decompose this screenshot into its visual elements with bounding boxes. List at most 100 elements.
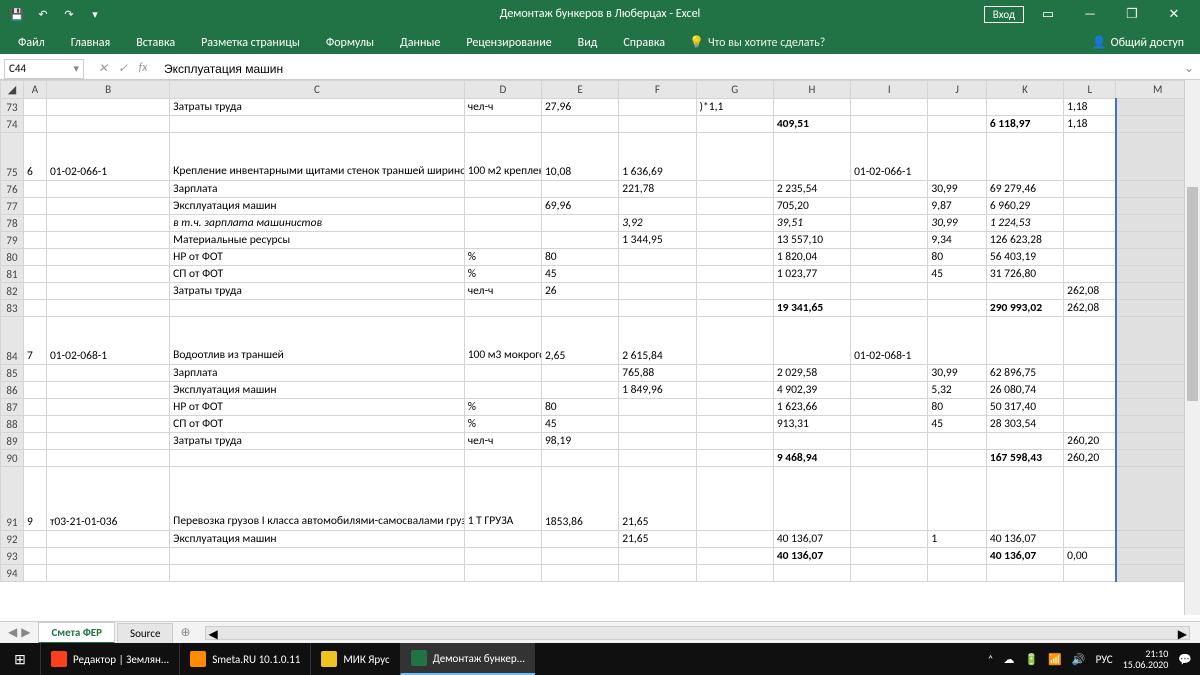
minimize-icon[interactable]: —: [1072, 7, 1108, 22]
row-header[interactable]: 78: [1, 215, 24, 232]
cell[interactable]: 1,18: [1064, 116, 1116, 133]
cell[interactable]: [464, 181, 541, 198]
lang-indicator[interactable]: РУС: [1096, 653, 1113, 666]
col-header[interactable]: I: [851, 81, 928, 99]
tab-view[interactable]: Вид: [566, 32, 610, 54]
cell[interactable]: [23, 565, 46, 582]
cell[interactable]: 1 344,95: [619, 232, 696, 249]
cell[interactable]: [928, 99, 986, 116]
cell[interactable]: [464, 450, 541, 467]
row-header[interactable]: 88: [1, 416, 24, 433]
cell[interactable]: 1 849,96: [619, 382, 696, 399]
cell[interactable]: [46, 450, 169, 467]
col-header[interactable]: D: [464, 81, 541, 99]
cell[interactable]: [170, 548, 465, 565]
tab-file[interactable]: Файл: [6, 32, 57, 54]
cell[interactable]: [541, 300, 618, 317]
cell[interactable]: [619, 433, 696, 450]
cell[interactable]: 80: [541, 399, 618, 416]
cell[interactable]: 30,99: [928, 365, 986, 382]
cell[interactable]: [696, 232, 773, 249]
cell[interactable]: [46, 365, 169, 382]
table-row[interactable]: 909 468,94167 598,43260,20: [1, 450, 1200, 467]
cell[interactable]: 45: [928, 266, 986, 283]
grid-area[interactable]: ◢ A B C D E F G H I J K L M 73Затраты тр…: [0, 80, 1200, 615]
formula-input[interactable]: [158, 62, 1178, 76]
cell[interactable]: [773, 283, 850, 300]
cell[interactable]: 1 636,69: [619, 133, 696, 181]
cell[interactable]: [1064, 181, 1116, 198]
sheet-nav-prev-icon[interactable]: ◀: [8, 625, 17, 640]
cell[interactable]: 1: [928, 531, 986, 548]
sheet-nav-next-icon[interactable]: ▶: [21, 625, 30, 640]
cell[interactable]: [696, 548, 773, 565]
tab-formulas[interactable]: Формулы: [314, 32, 386, 54]
cell[interactable]: 9: [23, 467, 46, 531]
cell[interactable]: Затраты труда: [170, 99, 465, 116]
tab-data[interactable]: Данные: [388, 32, 452, 54]
cell[interactable]: [464, 215, 541, 232]
cell[interactable]: [1064, 399, 1116, 416]
scroll-thumb[interactable]: [1187, 187, 1198, 401]
col-header[interactable]: L: [1064, 81, 1116, 99]
cell[interactable]: чел-ч: [464, 283, 541, 300]
row-header[interactable]: 74: [1, 116, 24, 133]
cell[interactable]: [986, 133, 1063, 181]
cell[interactable]: 9,34: [928, 232, 986, 249]
cell[interactable]: [928, 300, 986, 317]
col-header[interactable]: H: [773, 81, 850, 99]
cell[interactable]: [464, 382, 541, 399]
cell[interactable]: [23, 181, 46, 198]
cell[interactable]: [464, 548, 541, 565]
cell[interactable]: 40 136,07: [773, 548, 850, 565]
cell[interactable]: [986, 467, 1063, 531]
row-header[interactable]: 76: [1, 181, 24, 198]
cell[interactable]: 39,51: [773, 215, 850, 232]
cell[interactable]: [851, 300, 928, 317]
col-header[interactable]: G: [696, 81, 773, 99]
cell[interactable]: [541, 548, 618, 565]
cell[interactable]: [23, 249, 46, 266]
spreadsheet-grid[interactable]: ◢ A B C D E F G H I J K L M 73Затраты тр…: [0, 80, 1200, 582]
cell[interactable]: [1064, 232, 1116, 249]
table-row[interactable]: 9340 136,0740 136,070,00: [1, 548, 1200, 565]
cell[interactable]: 45: [928, 416, 986, 433]
cell[interactable]: [851, 365, 928, 382]
cell[interactable]: 913,31: [773, 416, 850, 433]
cell[interactable]: т03-21-01-036: [46, 467, 169, 531]
cell[interactable]: 262,08: [1064, 300, 1116, 317]
cell[interactable]: НР от ФОТ: [170, 399, 465, 416]
cell[interactable]: [696, 266, 773, 283]
cell[interactable]: [619, 283, 696, 300]
cell[interactable]: 260,20: [1064, 433, 1116, 450]
cell[interactable]: 30,99: [928, 181, 986, 198]
col-header[interactable]: K: [986, 81, 1063, 99]
cell[interactable]: [464, 116, 541, 133]
row-header[interactable]: 80: [1, 249, 24, 266]
cell[interactable]: 27,96: [541, 99, 618, 116]
row-header[interactable]: 92: [1, 531, 24, 548]
cell[interactable]: 409,51: [773, 116, 850, 133]
select-all-corner[interactable]: ◢: [1, 81, 24, 99]
cell[interactable]: 9,87: [928, 198, 986, 215]
cell[interactable]: [928, 467, 986, 531]
cell[interactable]: 0,00: [1064, 548, 1116, 565]
cell[interactable]: [773, 133, 850, 181]
cell[interactable]: %: [464, 399, 541, 416]
cell[interactable]: [696, 181, 773, 198]
cell[interactable]: 40 136,07: [986, 548, 1063, 565]
row-header[interactable]: 73: [1, 99, 24, 116]
cell[interactable]: 45: [541, 416, 618, 433]
table-row[interactable]: 78в т.ч. зарплата машинистов3,9239,5130,…: [1, 215, 1200, 232]
cell[interactable]: 2 029,58: [773, 365, 850, 382]
cell[interactable]: Эксплуатация машин: [170, 198, 465, 215]
cell[interactable]: [541, 181, 618, 198]
cell[interactable]: [46, 181, 169, 198]
table-row[interactable]: 79Материальные ресурсы1 344,9513 557,109…: [1, 232, 1200, 249]
cell[interactable]: 221,78: [619, 181, 696, 198]
start-button[interactable]: ⊞: [0, 651, 40, 668]
cell[interactable]: 80: [928, 399, 986, 416]
cell[interactable]: [46, 99, 169, 116]
cell[interactable]: [851, 99, 928, 116]
cell[interactable]: [696, 133, 773, 181]
